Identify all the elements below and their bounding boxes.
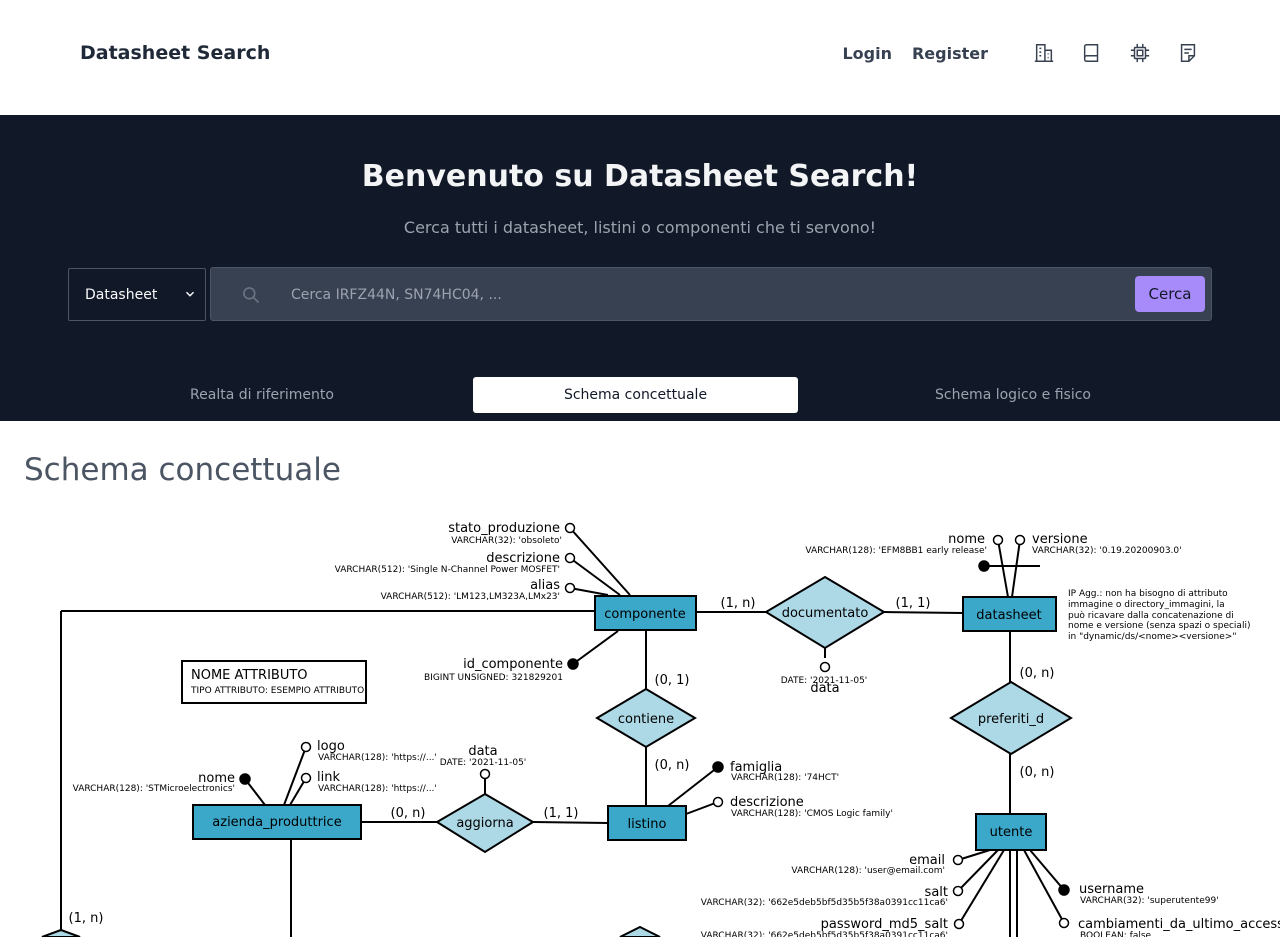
search-bar: Cerca	[210, 267, 1212, 321]
chevron-down-icon	[185, 291, 195, 297]
svg-text:azienda_produttrice: azienda_produttrice	[212, 815, 341, 830]
entity-utente: utente	[975, 813, 1047, 851]
entity-azienda-produttrice: azienda_produttrice	[192, 804, 362, 840]
svg-text:VARCHAR(128): 'user@email.com': VARCHAR(128): 'user@email.com'	[791, 866, 945, 876]
svg-text:VARCHAR(128): 'EFM8BB1 early r: VARCHAR(128): 'EFM8BB1 early release'	[805, 546, 987, 556]
er-diagram: componente datasheet listino azienda_pro…	[41, 521, 1280, 937]
register-link[interactable]: Register	[912, 44, 988, 63]
search-input[interactable]	[291, 280, 1111, 310]
card-agg-list: (1, 1)	[544, 806, 579, 821]
svg-text:aggiorna: aggiorna	[456, 816, 513, 831]
svg-text:VARCHAR(128): 'https://...': VARCHAR(128): 'https://...'	[318, 784, 437, 794]
relation-preferiti-d: preferiti_d	[949, 680, 1073, 756]
brand-logo[interactable]: Datasheet Search	[80, 42, 270, 64]
svg-text:VARCHAR(32): 'superutente99': VARCHAR(32): 'superutente99'	[1080, 896, 1219, 906]
svg-text:nome e versione (senza spazi o: nome e versione (senza spazi o speciali)	[1068, 621, 1250, 631]
search-icon	[243, 287, 260, 304]
svg-text:documentato: documentato	[782, 606, 869, 621]
hero-section: Benvenuto su Datasheet Search! Cerca tut…	[0, 115, 1280, 421]
svg-text:VARCHAR(512): 'LM123,LM323A,LM: VARCHAR(512): 'LM123,LM323A,LMx23'	[381, 592, 560, 602]
hero-title: Benvenuto su Datasheet Search!	[361, 159, 919, 194]
nav-menu: Login Register	[842, 38, 1200, 68]
svg-text:VARCHAR(32): '662e5deb5bf5d35b: VARCHAR(32): '662e5deb5bf5d35b5f38a0391c…	[701, 931, 948, 937]
card-az-agg: (0, n)	[391, 806, 426, 821]
attr-username: username	[1079, 882, 1144, 897]
svg-text:VARCHAR(32): '662e5deb5bf5d35b: VARCHAR(32): '662e5deb5bf5d35b5f38a0391c…	[701, 898, 948, 908]
card-comp-doc: (1, n)	[721, 596, 756, 611]
book-icon[interactable]	[1080, 41, 1104, 65]
search-button[interactable]: Cerca	[1135, 276, 1205, 312]
card-pref-ut: (0, n)	[1020, 765, 1055, 780]
svg-text:componente: componente	[604, 607, 686, 622]
attr-versione: versione	[1032, 532, 1088, 547]
entity-listino: listino	[607, 805, 687, 841]
attr-password: password_md5_salt	[821, 917, 948, 932]
entity-componente: componente	[594, 595, 697, 631]
entity-datasheet: datasheet	[962, 596, 1057, 632]
svg-text:IP Agg.: non ha bisogno di att: IP Agg.: non ha bisogno di attributo	[1068, 589, 1228, 599]
attr-data-agg: data	[468, 744, 497, 759]
svg-text:può ricavare dalla concatenazi: può ricavare dalla concatenazione di	[1068, 610, 1234, 621]
svg-text:preferiti_d: preferiti_d	[978, 712, 1044, 727]
tab-schema-logico[interactable]: Schema logico e fisico	[850, 377, 1176, 413]
search-type-value: Datasheet	[85, 286, 158, 303]
ip-note: IP Agg.: non ha bisogno di attributo imm…	[1068, 589, 1250, 642]
attr-descrizione-comp: descrizione	[486, 551, 560, 566]
svg-text:VARCHAR(32): '0.19.20200903.0': VARCHAR(32): '0.19.20200903.0'	[1032, 546, 1182, 556]
svg-text:immagine o directory_immagini,: immagine o directory_immagini, la	[1068, 600, 1225, 610]
svg-text:listino: listino	[628, 817, 667, 832]
svg-text:BOOLEAN: false: BOOLEAN: false	[1080, 931, 1152, 937]
building-icon[interactable]	[1032, 41, 1056, 65]
page-title: Schema concettuale	[24, 452, 341, 488]
relation-documentato: documentato	[764, 575, 886, 650]
card-ds-pref: (0, n)	[1020, 666, 1055, 681]
attr-logo: logo	[317, 739, 345, 754]
svg-text:DATE: '2021-11-05': DATE: '2021-11-05'	[440, 758, 527, 768]
relation-partial-left	[41, 928, 81, 937]
attr-link: link	[317, 770, 340, 785]
hero-subtitle: Cerca tutti i datasheet, listini o compo…	[403, 218, 877, 237]
relation-contiene: contiene	[595, 687, 697, 749]
search-type-select[interactable]: Datasheet	[68, 268, 206, 321]
card-doc-ds: (1, 1)	[896, 596, 931, 611]
svg-text:VARCHAR(128): 'https://...': VARCHAR(128): 'https://...'	[318, 753, 437, 763]
tab-schema-concettuale[interactable]: Schema concettuale	[473, 377, 798, 413]
attr-alias: alias	[530, 578, 560, 593]
svg-text:contiene: contiene	[618, 712, 674, 727]
attr-nome-ds: nome	[948, 532, 985, 547]
svg-text:VARCHAR(32): 'obsoleto': VARCHAR(32): 'obsoleto'	[451, 536, 562, 546]
tab-bar: Realta di riferimento Schema concettuale…	[0, 377, 1280, 413]
attr-stato-produzione: stato_produzione	[448, 521, 560, 536]
svg-text:in "dynamic/ds/<nome><versione: in "dynamic/ds/<nome><versione>"	[1068, 632, 1236, 642]
svg-text:VARCHAR(128): 'STMicroelectron: VARCHAR(128): 'STMicroelectronics'	[73, 784, 235, 794]
attr-cambiamenti: cambiamenti_da_ultimo_accesso	[1078, 917, 1280, 932]
chip-icon[interactable]	[1128, 41, 1152, 65]
svg-text:VARCHAR(128): 'CMOS Logic fami: VARCHAR(128): 'CMOS Logic family'	[731, 809, 893, 819]
note-icon[interactable]	[1176, 41, 1200, 65]
svg-text:utente: utente	[990, 825, 1033, 840]
svg-text:VARCHAR(128): '74HCT': VARCHAR(128): '74HCT'	[731, 773, 839, 783]
attr-descrizione-list: descrizione	[730, 795, 804, 810]
svg-text:NOME ATTRIBUTO: NOME ATTRIBUTO	[191, 668, 308, 683]
svg-text:datasheet: datasheet	[976, 608, 1041, 623]
card-left: (1, n)	[69, 911, 104, 926]
attr-id-componente: id_componente	[463, 657, 563, 672]
svg-text:VARCHAR(512): 'Single N-Channe: VARCHAR(512): 'Single N-Channel Power MO…	[335, 565, 560, 575]
legend-box: NOME ATTRIBUTO TIPO ATTRIBUTO: ESEMPIO A…	[181, 660, 367, 704]
card-comp-cont: (0, 1)	[655, 673, 690, 688]
top-navbar: Datasheet Search Login Register	[0, 0, 1280, 115]
svg-text:TIPO ATTRIBUTO: ESEMPIO ATTRIB: TIPO ATTRIBUTO: ESEMPIO ATTRIBUTO	[190, 686, 364, 696]
attr-data-doc: data	[810, 681, 839, 696]
card-cont-list: (0, n)	[655, 758, 690, 773]
relation-partial-center	[619, 925, 661, 937]
tab-realta[interactable]: Realta di riferimento	[100, 377, 424, 413]
svg-text:BIGINT UNSIGNED: 321829201: BIGINT UNSIGNED: 321829201	[424, 673, 563, 683]
login-link[interactable]: Login	[842, 44, 892, 63]
relation-aggiorna: aggiorna	[435, 792, 535, 854]
